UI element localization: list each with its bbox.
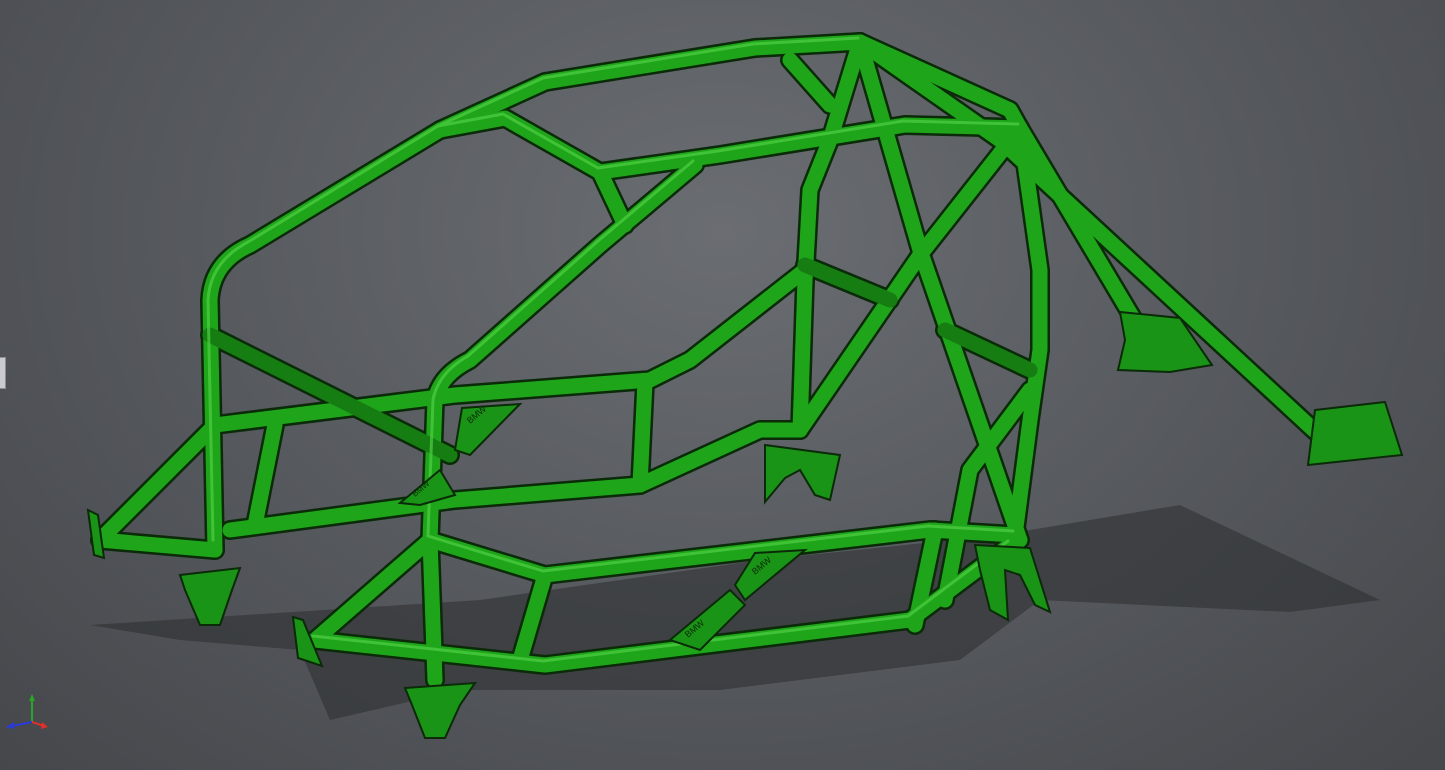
side-upper-fill [207, 262, 813, 433]
side-lower-fill [222, 422, 808, 538]
foot-rear-far [1306, 400, 1404, 467]
front-leg-left-fill [92, 532, 223, 558]
foot-mid [764, 443, 842, 505]
triad-z-axis [11, 721, 33, 727]
front-diag-left-fill [92, 422, 218, 548]
foot-front-center [403, 681, 477, 739]
center-post-fill [422, 532, 443, 688]
door-bar-2-fill [247, 417, 283, 533]
roof-diag-fill [782, 52, 838, 113]
foot-left-plate [86, 508, 106, 560]
roll-cage-model[interactable]: BMW BMW BMW BMW [0, 0, 1445, 770]
panel-expand-tab[interactable] [0, 357, 6, 389]
door-bar-1-fill [632, 374, 653, 493]
cad-viewport[interactable]: BMW BMW BMW BMW [0, 0, 1445, 770]
hl-1 [206, 36, 860, 542]
triad-y-arrow [29, 694, 35, 701]
triad-x-arrow [41, 722, 48, 729]
triad-z-arrow [6, 722, 14, 729]
side-brace-2-fill [797, 257, 898, 308]
orientation-triad [6, 694, 48, 729]
